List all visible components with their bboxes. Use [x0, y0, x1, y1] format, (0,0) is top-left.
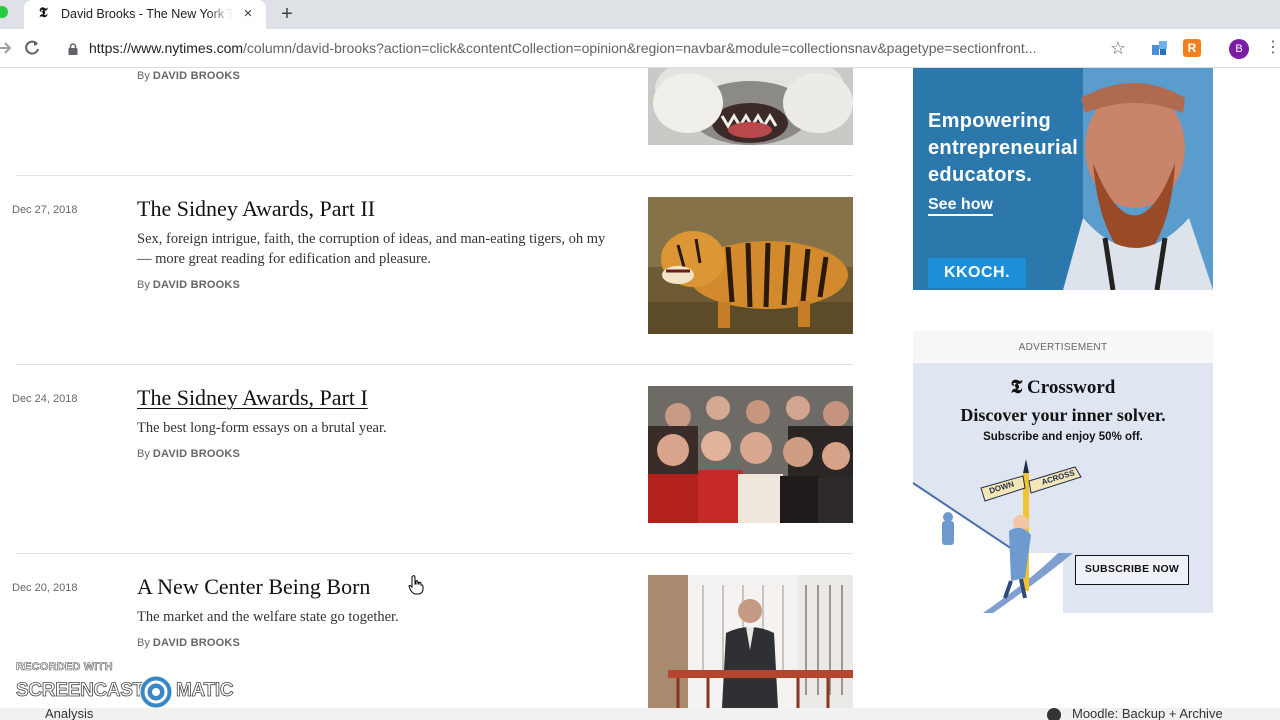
watermark-screencast: SCREENCAST: [16, 680, 145, 702]
crossword-logo: 𝕿 Crossword: [1010, 377, 1116, 398]
browser-tab[interactable]: 𝕿 David Brooks - The New York Times ×: [24, 0, 266, 29]
article-divider: [16, 364, 853, 365]
article-summary: The market and the welfare state go toge…: [137, 609, 399, 625]
byline-author[interactable]: DAVID BROOKS: [153, 70, 240, 82]
forward-icon[interactable]: [0, 39, 12, 57]
extension-r-icon[interactable]: R: [1183, 39, 1201, 57]
bottom-right-icon: [1047, 708, 1061, 720]
hand-cursor-icon: [408, 575, 424, 595]
article-thumbnail-man[interactable]: [648, 575, 853, 708]
bottom-left-link[interactable]: Analysis: [45, 708, 93, 720]
crossword-advertisement[interactable]: 𝕿 Crossword Discover your inner solver. …: [913, 363, 1213, 613]
article-date: Dec 27, 2018: [12, 204, 78, 216]
byline-author[interactable]: DAVID BROOKS: [153, 448, 240, 460]
article-byline: By DAVID BROOKS: [137, 637, 240, 649]
url-path: /column/david-brooks?action=click&conten…: [243, 40, 1037, 56]
koch-logo: KKOCH.: [928, 258, 1026, 288]
article-title-link[interactable]: A New Center Being Born: [137, 574, 370, 600]
article-title-link[interactable]: The Sidney Awards, Part I: [137, 385, 368, 411]
extension-icon[interactable]: [1150, 38, 1170, 58]
article-divider: [16, 553, 853, 554]
reload-icon[interactable]: [22, 38, 42, 58]
watermark-matic: MATIC: [176, 680, 234, 702]
article-thumbnail-wolf[interactable]: [648, 68, 853, 145]
advertisement-label-box: ADVERTISEMENT: [913, 331, 1213, 363]
browser-menu-icon[interactable]: ⋮: [1265, 38, 1280, 58]
bookmark-star-icon[interactable]: ☆: [1108, 38, 1128, 58]
article-title-link[interactable]: The Sidney Awards, Part II: [137, 196, 375, 222]
article-byline: By DAVID BROOKS: [137, 448, 240, 460]
byline-author[interactable]: DAVID BROOKS: [153, 637, 240, 649]
tab-strip: 𝕿 David Brooks - The New York Times × +: [0, 0, 1280, 29]
byline-author[interactable]: DAVID BROOKS: [153, 279, 240, 291]
byline-prefix: By: [137, 279, 150, 291]
byline-prefix: By: [137, 70, 150, 82]
address-bar[interactable]: https://www.nytimes.com/column/david-bro…: [89, 40, 1099, 56]
article-summary: Sex, foreign intrigue, faith, the corrup…: [137, 231, 606, 267]
article-thumbnail-crowd[interactable]: [648, 386, 853, 523]
byline-prefix: By: [137, 448, 150, 460]
tab-title: David Brooks - The New York Times: [61, 7, 233, 21]
browser-toolbar: https://www.nytimes.com/column/david-bro…: [0, 29, 1280, 68]
article-date: Dec 20, 2018: [12, 582, 78, 594]
crossword-headline: Discover your inner solver.: [960, 405, 1166, 425]
koch-see-how-link[interactable]: See how: [928, 196, 993, 216]
koch-advertisement[interactable]: Empowering entrepreneurial educators. Se…: [913, 68, 1213, 290]
article-byline: By DAVID BROOKS: [137, 70, 240, 82]
bottom-partial-content: Analysis Moodle: Backup + Archive: [0, 708, 1280, 720]
advertisement-label: ADVERTISEMENT: [1018, 342, 1108, 353]
window-maximize-dot[interactable]: [0, 6, 8, 18]
bottom-right-link[interactable]: Moodle: Backup + Archive: [1072, 708, 1223, 720]
profile-avatar[interactable]: B: [1229, 39, 1249, 59]
crossword-subheadline: Subscribe and enjoy 50% off.: [983, 431, 1143, 443]
screencast-logo-icon: [139, 675, 173, 709]
article-divider: [16, 175, 853, 176]
url-host: https://www.nytimes.com: [89, 40, 244, 56]
article-date: Dec 24, 2018: [12, 393, 78, 405]
koch-headline: Empowering entrepreneurial educators.: [928, 110, 1079, 186]
article-byline: By DAVID BROOKS: [137, 279, 240, 291]
subscribe-now-button[interactable]: SUBSCRIBE NOW: [1075, 555, 1189, 585]
lock-icon[interactable]: [68, 42, 78, 55]
article-summary: The best long-form essays on a brutal ye…: [137, 420, 387, 436]
new-tab-button[interactable]: +: [276, 3, 298, 25]
close-tab-icon[interactable]: ×: [239, 5, 257, 23]
byline-prefix: By: [137, 637, 150, 649]
article-thumbnail-tiger[interactable]: [648, 197, 853, 334]
nyt-favicon-icon: 𝕿: [39, 6, 48, 21]
watermark-recorded-with: RECORDED WITH: [16, 661, 113, 674]
